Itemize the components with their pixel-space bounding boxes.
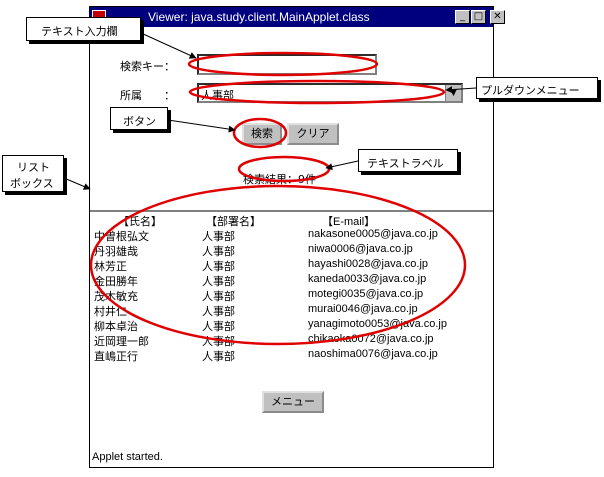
callout-text-input: テキスト入力欄 (26, 17, 141, 41)
item-email: murai0046@java.co.jp (308, 303, 418, 315)
item-department: 人事部 (202, 260, 235, 273)
result-count-label: 検索結果：9件 (243, 173, 316, 186)
item-name: 茂木敏充 (94, 290, 138, 303)
header-name: 【氏名】 (118, 215, 162, 228)
arrow-listbox (63, 177, 91, 190)
item-department: 人事部 (202, 245, 235, 258)
search-key-input[interactable] (197, 54, 377, 75)
item-email: hayashi0028@java.co.jp (308, 258, 429, 270)
close-button[interactable]: ✕ (490, 10, 505, 24)
callout-text-input-label: テキスト入力欄 (41, 25, 118, 38)
chevron-down-icon[interactable]: ▼ (445, 85, 461, 101)
item-department: 人事部 (202, 230, 235, 243)
item-department: 人事部 (202, 335, 235, 348)
applet-area: 検索キー： 所属 ： 人事部 ▼ 検索 クリア 検索結果：9件 【氏名】 【部署… (90, 27, 493, 447)
callout-listbox-label-1: リスト (17, 161, 50, 174)
item-department: 人事部 (202, 290, 235, 303)
item-name: 村井仁 (94, 305, 127, 318)
item-name: 林芳正 (94, 260, 127, 273)
item-name: 丹羽雄哉 (94, 245, 138, 258)
status-text: Applet started. (92, 451, 163, 463)
item-department: 人事部 (202, 305, 235, 318)
employee-listbox[interactable]: 【氏名】 【部署名】 【E-mail】 中曽根弘文 人事部 nakasone0005… (90, 210, 493, 374)
search-key-label: 検索キー： (120, 60, 175, 73)
callout-pulldown: プルダウンメニュー (476, 77, 598, 99)
item-department: 人事部 (202, 350, 235, 363)
item-department: 人事部 (202, 275, 235, 288)
callout-listbox-label-2: ボックス (10, 177, 54, 190)
item-email: motegi0035@java.co.jp (308, 288, 424, 300)
department-select-value: 人事部 (201, 89, 234, 102)
item-email: yanagimoto0053@java.co.jp (308, 318, 447, 330)
item-department: 人事部 (202, 320, 235, 333)
maximize-button[interactable]: □ (471, 10, 486, 24)
status-bar: Applet started. (90, 447, 493, 467)
item-email: niwa0006@java.co.jp (308, 243, 413, 255)
item-name: 金田勝年 (94, 275, 138, 288)
search-button[interactable]: 検索 (242, 123, 282, 145)
applet-window: Viewer: java.study.client.MainApplet.cla… (89, 6, 505, 468)
menu-button[interactable]: メニュー (262, 391, 324, 413)
callout-text-label-label: テキストラベル (367, 157, 444, 170)
header-department: 【部署名】 (206, 215, 261, 228)
item-email: naoshima0076@java.co.jp (308, 348, 438, 360)
department-label: 所属 ： (120, 89, 175, 102)
item-name: 柳本卓治 (94, 320, 138, 333)
minimize-button[interactable]: _ (455, 10, 470, 24)
item-name: 近岡理一郎 (94, 335, 149, 348)
callout-text-label: テキストラベル (358, 149, 458, 172)
item-email: kaneda0033@java.co.jp (308, 273, 427, 285)
callout-button: ボタン (110, 107, 168, 130)
title-bar: Viewer: java.study.client.MainApplet.cla… (90, 7, 505, 27)
item-name: 中曽根弘文 (94, 230, 149, 243)
item-email: nakasone0005@java.co.jp (308, 228, 438, 240)
item-name: 直嶋正行 (94, 350, 138, 363)
clear-button[interactable]: クリア (287, 123, 339, 145)
callout-listbox: リスト ボックス (2, 155, 64, 192)
header-email: 【E-mail】 (322, 216, 376, 228)
window-title: Viewer: java.study.client.MainApplet.cla… (148, 10, 370, 24)
item-email: chikaoka0072@java.co.jp (308, 333, 434, 345)
callout-button-label: ボタン (123, 115, 156, 128)
callout-pulldown-label: プルダウンメニュー (481, 84, 580, 97)
department-select[interactable]: 人事部 ▼ (197, 83, 463, 103)
